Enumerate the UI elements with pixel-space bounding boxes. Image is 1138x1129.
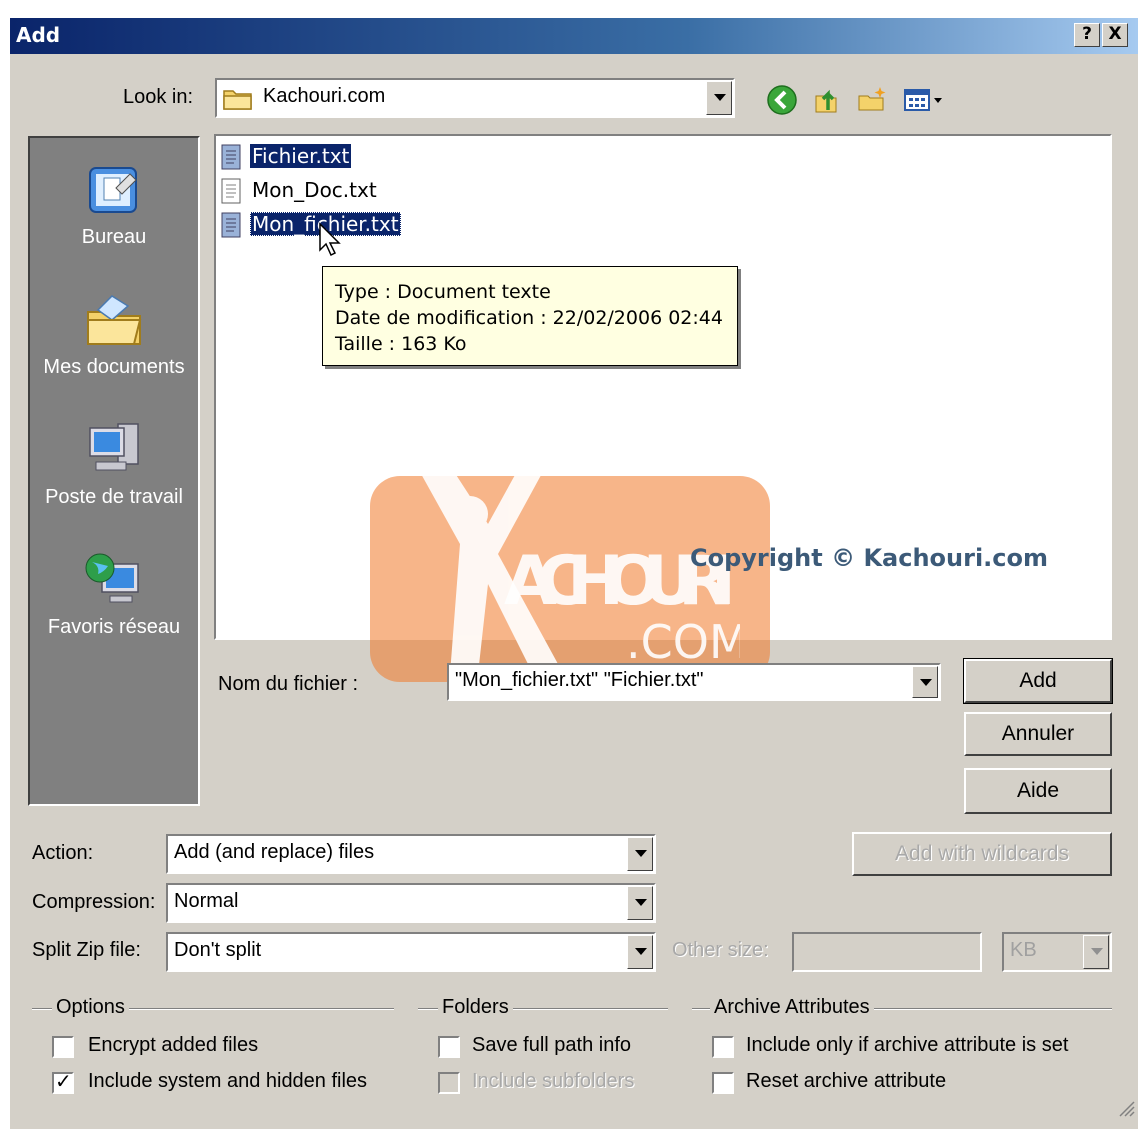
- place-label: Mes documents: [43, 356, 185, 378]
- archive-only-checkbox[interactable]: [712, 1036, 734, 1058]
- options-group-title: Options: [52, 996, 129, 1019]
- system-hidden-checkbox[interactable]: [52, 1069, 74, 1094]
- reset-archive-checkbox[interactable]: [712, 1072, 734, 1094]
- view-menu-icon[interactable]: [902, 84, 946, 116]
- add-button[interactable]: Add: [963, 658, 1113, 704]
- close-title-button[interactable]: X: [1102, 23, 1128, 47]
- place-label: Bureau: [81, 226, 147, 248]
- add-with-wildcards-button[interactable]: Add with wildcards: [852, 832, 1112, 876]
- size-unit-dropdown-arrow[interactable]: [1083, 935, 1109, 969]
- file-info-tooltip: Type : Document texte Date de modificati…: [322, 266, 738, 366]
- split-dropdown-arrow[interactable]: [627, 935, 653, 969]
- file-name: Fichier.txt: [250, 144, 352, 168]
- filename-input[interactable]: "Mon_fichier.txt" "Fichier.txt": [447, 663, 941, 701]
- places-bar: Bureau Mes documents Poste de travail Fa…: [28, 136, 200, 806]
- compression-dropdown-arrow[interactable]: [627, 886, 653, 920]
- encrypt-checkbox[interactable]: [52, 1036, 74, 1058]
- tooltip-type: Type : Document texte: [335, 281, 551, 303]
- title-bar[interactable]: Add ? X: [10, 18, 1138, 54]
- reset-archive-label[interactable]: Reset archive attribute: [746, 1070, 946, 1093]
- split-label: Split Zip file:: [32, 939, 141, 961]
- my-documents-icon: [87, 295, 142, 345]
- split-value: Don't split: [174, 939, 262, 961]
- cancel-button[interactable]: Annuler: [964, 712, 1112, 756]
- action-dropdown-arrow[interactable]: [627, 837, 653, 871]
- resize-grip-icon[interactable]: [1116, 1098, 1136, 1118]
- up-folder-icon[interactable]: [810, 84, 842, 116]
- place-poste-de-travail[interactable]: Poste de travail: [30, 418, 198, 509]
- look-in-dropdown-arrow[interactable]: [706, 81, 732, 115]
- copyright-text: Copyright © Kachouri.com: [690, 544, 1049, 572]
- other-size-input[interactable]: [792, 932, 982, 972]
- text-file-icon: [221, 178, 241, 204]
- text-file-icon: [221, 144, 241, 170]
- watermark-suffix: .COM: [626, 615, 740, 668]
- place-mes-documents[interactable]: Mes documents: [30, 288, 198, 379]
- filename-label: Nom du fichier :: [218, 673, 359, 695]
- look-in-label: Look in:: [123, 86, 194, 108]
- archive-only-label[interactable]: Include only if archive attribute is set: [746, 1034, 1068, 1057]
- subfolders-label[interactable]: Include subfolders: [472, 1070, 634, 1093]
- add-dialog: Add ? X Look in: Kachouri.com Bureau Mes…: [10, 18, 1138, 1129]
- help-button[interactable]: Aide: [964, 768, 1112, 814]
- text-file-icon: [221, 212, 241, 238]
- action-value: Add (and replace) files: [174, 841, 375, 863]
- mouse-cursor-icon: [319, 222, 341, 257]
- full-path-checkbox[interactable]: [438, 1036, 460, 1058]
- folder-icon: [223, 90, 252, 110]
- look-in-value: Kachouri.com: [263, 85, 386, 107]
- place-label: Poste de travail: [45, 486, 183, 508]
- action-label: Action:: [32, 842, 94, 864]
- network-places-icon: [85, 553, 139, 603]
- file-name: Mon_Doc.txt: [252, 178, 377, 202]
- encrypt-label[interactable]: Encrypt added files: [88, 1034, 258, 1057]
- size-unit-select[interactable]: KB: [1002, 932, 1112, 972]
- place-favoris-reseau[interactable]: Favoris réseau: [30, 548, 198, 639]
- other-size-label: Other size:: [672, 939, 769, 961]
- compression-select[interactable]: Normal: [166, 883, 656, 923]
- action-select[interactable]: Add (and replace) files: [166, 834, 656, 874]
- compression-value: Normal: [174, 890, 239, 912]
- desktop-icon: [89, 167, 137, 213]
- back-icon[interactable]: [766, 84, 798, 116]
- full-path-label[interactable]: Save full path info: [472, 1034, 631, 1057]
- subfolders-checkbox[interactable]: [438, 1072, 460, 1094]
- new-folder-icon[interactable]: [856, 84, 888, 116]
- look-in-select[interactable]: Kachouri.com: [215, 78, 735, 118]
- attributes-group-title: Archive Attributes: [710, 996, 874, 1019]
- size-unit-value: KB: [1010, 939, 1037, 961]
- folders-group-title: Folders: [438, 996, 513, 1019]
- compression-label: Compression:: [32, 891, 156, 913]
- tooltip-date: Date de modification : 22/02/2006 02:44: [335, 307, 723, 329]
- system-hidden-label[interactable]: Include system and hidden files: [88, 1070, 367, 1093]
- filename-value[interactable]: "Mon_fichier.txt" "Fichier.txt": [455, 669, 703, 692]
- tooltip-size: Taille : 163 Ko: [335, 333, 467, 355]
- split-select[interactable]: Don't split: [166, 932, 656, 972]
- my-computer-icon: [89, 423, 139, 471]
- place-label: Favoris réseau: [47, 616, 181, 638]
- window-title: Add: [16, 23, 61, 47]
- place-bureau[interactable]: Bureau: [30, 158, 198, 249]
- filename-dropdown-arrow[interactable]: [912, 666, 938, 698]
- help-title-button[interactable]: ?: [1074, 23, 1100, 47]
